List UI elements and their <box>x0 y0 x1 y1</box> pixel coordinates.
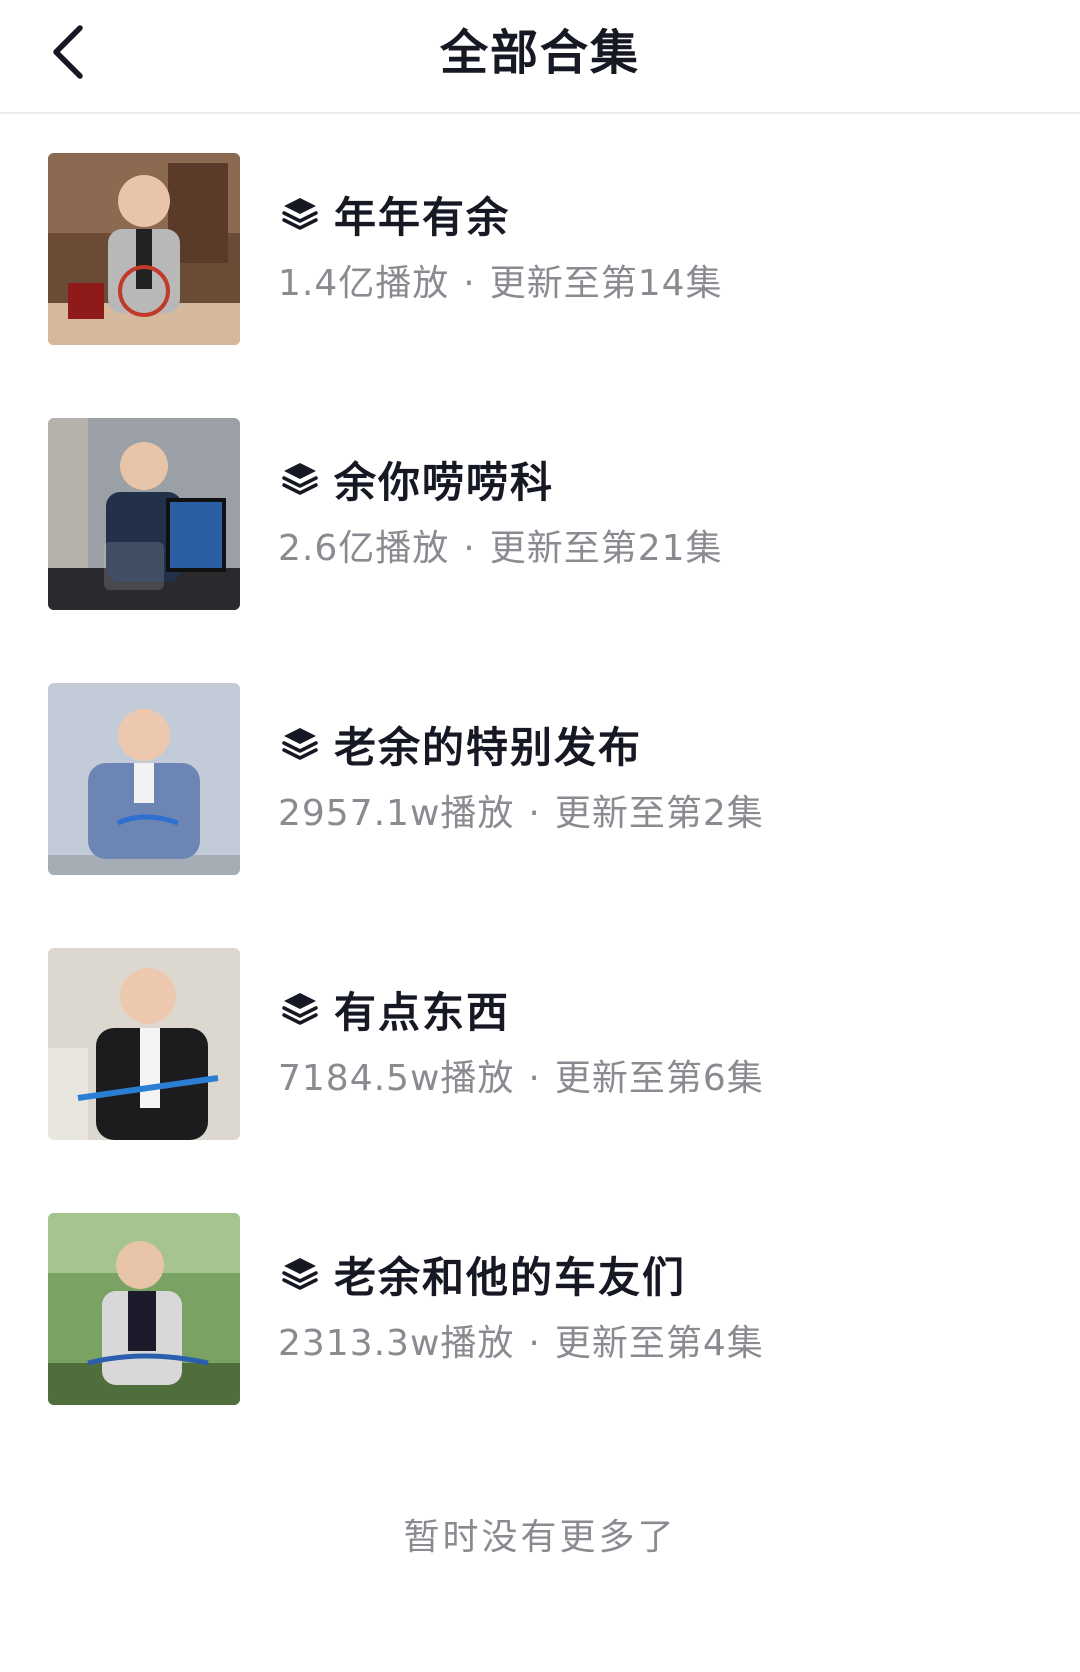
episode-count: 更新至第6集 <box>554 1058 764 1099</box>
episode-count: 更新至第4集 <box>554 1323 764 1364</box>
collection-meta: 1.4亿播放 · 更新至第14集 <box>278 254 723 306</box>
play-count: 2.6亿播放 <box>278 528 450 569</box>
collection-thumbnail[interactable] <box>48 418 240 610</box>
collection-item[interactable]: 有点东西 7184.5w播放 · 更新至第6集 <box>0 909 1080 1174</box>
stack-icon <box>282 463 318 495</box>
collection-title-row: 余你唠唠科 <box>280 449 554 509</box>
collection-title-row: 年年有余 <box>280 184 510 244</box>
collection-title-row: 老余的特别发布 <box>280 714 642 774</box>
meta-separator: · <box>463 528 476 569</box>
collection-meta: 2957.1w播放 · 更新至第2集 <box>278 784 764 836</box>
top-bar: 全部合集 <box>0 0 1080 114</box>
play-count: 2957.1w播放 <box>278 793 515 834</box>
collection-title-row: 有点东西 <box>280 979 510 1039</box>
collection-title-row: 老余和他的车友们 <box>280 1244 686 1304</box>
play-count: 2313.3w播放 <box>278 1323 515 1364</box>
page-title: 全部合集 <box>439 25 640 81</box>
collection-thumbnail[interactable] <box>48 1213 240 1405</box>
collection-name: 余你唠唠科 <box>334 457 555 507</box>
play-count: 7184.5w播放 <box>278 1058 515 1099</box>
collection-list: 年年有余 1.4亿播放 · 更新至第14集 余你唠唠科 2.6亿播放 · 更新至… <box>0 114 1080 1439</box>
collection-name: 老余和他的车友们 <box>334 1252 687 1302</box>
collection-meta: 7184.5w播放 · 更新至第6集 <box>278 1049 764 1101</box>
collection-item[interactable]: 老余的特别发布 2957.1w播放 · 更新至第2集 <box>0 644 1080 909</box>
collection-name: 年年有余 <box>334 192 511 242</box>
collection-thumbnail[interactable] <box>48 683 240 875</box>
meta-separator: · <box>463 263 476 304</box>
meta-separator: · <box>528 793 541 834</box>
stack-icon <box>282 1258 318 1290</box>
end-of-list-text: 暂时没有更多了 <box>403 1517 677 1558</box>
collection-item[interactable]: 年年有余 1.4亿播放 · 更新至第14集 <box>0 114 1080 379</box>
collection-meta: 2313.3w播放 · 更新至第4集 <box>278 1314 764 1366</box>
episode-count: 更新至第2集 <box>554 793 764 834</box>
stack-icon <box>282 728 318 760</box>
play-count: 1.4亿播放 <box>278 263 450 304</box>
collection-meta: 2.6亿播放 · 更新至第21集 <box>278 519 723 571</box>
collection-item[interactable]: 余你唠唠科 2.6亿播放 · 更新至第21集 <box>0 379 1080 644</box>
collection-thumbnail[interactable] <box>48 948 240 1140</box>
stack-icon <box>282 198 318 230</box>
meta-separator: · <box>528 1323 541 1364</box>
episode-count: 更新至第21集 <box>489 528 723 569</box>
collection-item[interactable]: 老余和他的车友们 2313.3w播放 · 更新至第4集 <box>0 1174 1080 1439</box>
meta-separator: · <box>528 1058 541 1099</box>
stack-icon <box>282 993 318 1025</box>
collection-name: 老余的特别发布 <box>334 722 643 772</box>
collection-name: 有点东西 <box>334 987 511 1037</box>
episode-count: 更新至第14集 <box>489 263 723 304</box>
collection-thumbnail[interactable] <box>48 153 240 345</box>
